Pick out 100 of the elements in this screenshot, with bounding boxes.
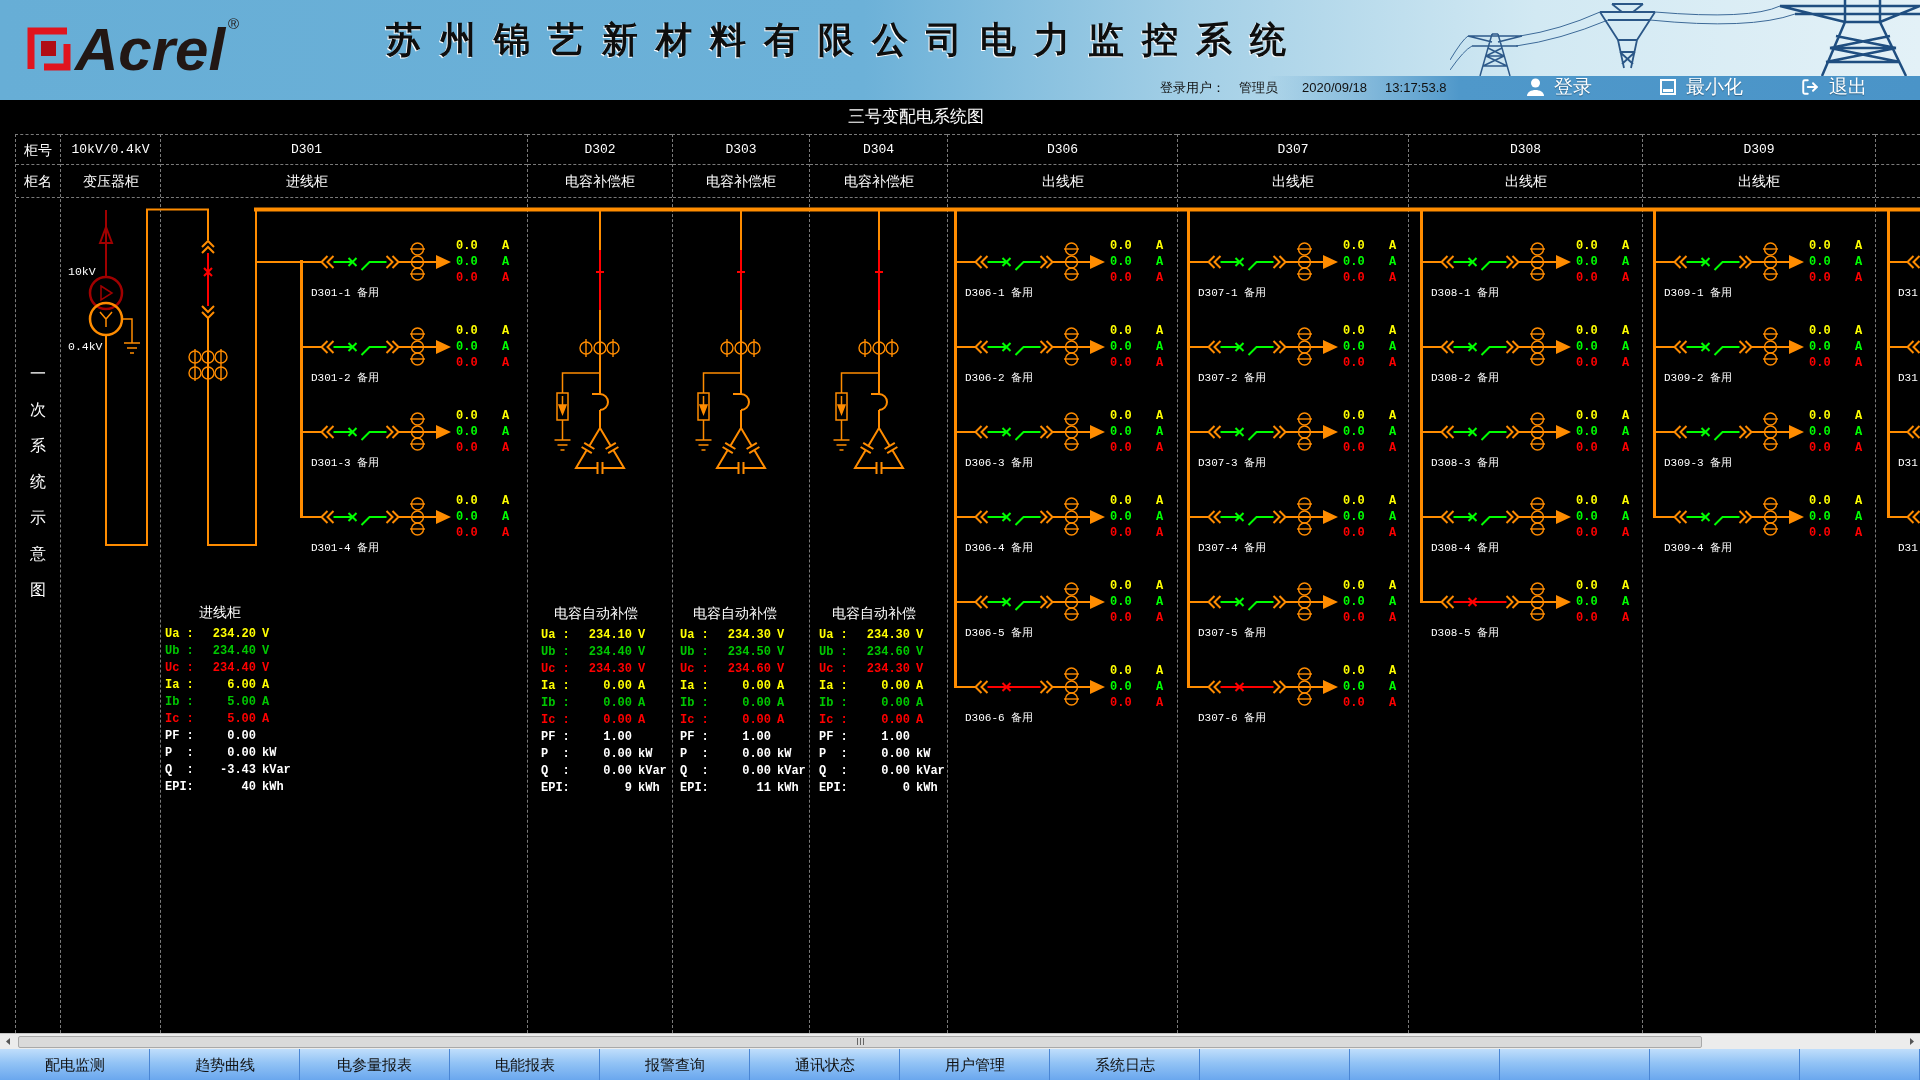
cable-line — [957, 686, 976, 688]
feeder-label: D306-4 备用 — [965, 541, 1034, 555]
unit-label: A — [1156, 271, 1164, 285]
meter-label: Ub : — [680, 644, 709, 659]
meter-unit: kW — [262, 745, 277, 760]
feeder-label: D307-3 备用 — [1198, 456, 1267, 470]
plug-connector-icon — [1207, 255, 1222, 269]
plug-connector-icon — [1673, 425, 1688, 439]
nav-tab[interactable]: 电能报表 — [450, 1049, 600, 1080]
meter-value: 234.60 — [727, 661, 771, 676]
feeder-arrow — [1518, 425, 1571, 439]
current-reading: 0.0 — [1110, 510, 1132, 524]
nav-tab[interactable]: 通讯状态 — [750, 1049, 900, 1080]
nav-tab[interactable]: 用户管理 — [900, 1049, 1050, 1080]
plug-connector-icon — [974, 595, 989, 609]
row-header: 柜名 — [24, 172, 52, 190]
nav-tab[interactable]: 电参量报表 — [300, 1049, 450, 1080]
current-transformer-icon — [409, 327, 426, 366]
plug-connector-icon — [1039, 510, 1054, 524]
unit-label: A — [502, 239, 510, 253]
plug-connector-icon — [1738, 425, 1753, 439]
cable-line — [1190, 346, 1209, 348]
meter-unit: V — [262, 626, 270, 641]
unit-label: A — [502, 255, 510, 269]
unit-label: A — [1156, 494, 1164, 508]
feeder-label: D306-3 备用 — [965, 456, 1034, 470]
meter-label: Ic : — [680, 712, 709, 727]
right-triangle-icon — [1910, 1038, 1914, 1045]
meter-title: 电容自动补偿 — [693, 604, 777, 622]
meter-value: 11 — [756, 780, 771, 795]
horizontal-scrollbar[interactable] — [0, 1033, 1920, 1049]
nav-tab[interactable]: 趋势曲线 — [150, 1049, 300, 1080]
cable-line — [1423, 516, 1442, 518]
meter-unit: A — [638, 678, 646, 693]
meter-value: 0.00 — [881, 678, 910, 693]
meter-value: 0.00 — [742, 695, 771, 710]
current-transformer-icon — [857, 338, 899, 358]
feeder-label: D31 — [1898, 286, 1918, 300]
current-transformer-icon — [1063, 327, 1080, 366]
plug-connector-icon — [1673, 510, 1688, 524]
current-reading: 0.0 — [1809, 425, 1831, 439]
cabinet-number: D309 — [1743, 141, 1775, 158]
feeder-arrow — [1052, 255, 1105, 269]
meter-value: 234.30 — [866, 661, 910, 676]
feeder-label: D301-2 备用 — [311, 371, 380, 385]
login-time: 13:17:53.8 — [1385, 80, 1447, 96]
feeder-arrow — [1518, 595, 1571, 609]
current-transformer-icon — [409, 497, 426, 536]
unit-label: A — [1622, 611, 1630, 625]
meter-unit: A — [777, 678, 785, 693]
meter-label: Uc : — [819, 661, 848, 676]
meter-unit: V — [916, 661, 924, 676]
current-transformer-icon — [409, 412, 426, 451]
nav-tab[interactable]: 报警查询 — [600, 1049, 750, 1080]
plug-connector-icon — [974, 425, 989, 439]
meter-value: 40 — [241, 779, 256, 794]
unit-label: A — [502, 441, 510, 455]
meter-label: Q : — [680, 763, 709, 778]
unit-label: A — [1389, 239, 1397, 253]
unit-label: A — [1156, 239, 1164, 253]
nav-tab[interactable]: 系统日志 — [1050, 1049, 1200, 1080]
feeder-label: D301-4 备用 — [311, 541, 380, 555]
unit-label: A — [1855, 526, 1863, 540]
cabinet-number: 10kV/0.4kV — [71, 141, 150, 158]
unit-label: A — [1156, 696, 1164, 710]
feeder-label: D31 — [1898, 371, 1918, 385]
current-reading: 0.0 — [456, 255, 478, 269]
plug-connector-icon — [974, 680, 989, 694]
cable-line — [1890, 346, 1908, 348]
plug-connector-icon — [1440, 425, 1455, 439]
current-reading: 0.0 — [1576, 356, 1598, 370]
plug-connector-icon — [1039, 255, 1054, 269]
ground-icon — [553, 419, 572, 451]
unit-label: A — [1389, 579, 1397, 593]
current-transformer-icon — [1529, 412, 1546, 451]
feeder-label: D308-3 备用 — [1431, 456, 1500, 470]
surge-arrester-icon — [556, 372, 601, 421]
scrollbar-thumb[interactable] — [18, 1035, 1702, 1048]
feeder-label: D308-2 备用 — [1431, 371, 1500, 385]
nav-tab[interactable]: 配电监测 — [0, 1049, 150, 1080]
cabinet-name: 出线柜 — [1504, 172, 1547, 190]
meter-unit: kWh — [916, 780, 938, 795]
meter-unit: A — [916, 678, 924, 693]
feeder-label: D307-5 备用 — [1198, 626, 1267, 640]
current-reading: 0.0 — [1576, 425, 1598, 439]
meter-label: EPI: — [165, 779, 194, 794]
meter-unit: A — [777, 695, 785, 710]
meter-label: Ua : — [541, 627, 570, 642]
unit-label: A — [1855, 494, 1863, 508]
meter-value: 0.00 — [881, 712, 910, 727]
unit-label: A — [1855, 425, 1863, 439]
surge-arrester-icon — [834, 372, 880, 421]
current-transformer-icon — [1063, 497, 1080, 536]
logo-icon — [27, 27, 71, 71]
current-reading: 0.0 — [1343, 494, 1365, 508]
side-label: 一次系统示意图 — [30, 364, 46, 600]
meter-value: 0.00 — [742, 678, 771, 693]
meter-value: 6.00 — [227, 677, 256, 692]
feeder-label: D308-5 备用 — [1431, 626, 1500, 640]
meter-label: Uc : — [680, 661, 709, 676]
